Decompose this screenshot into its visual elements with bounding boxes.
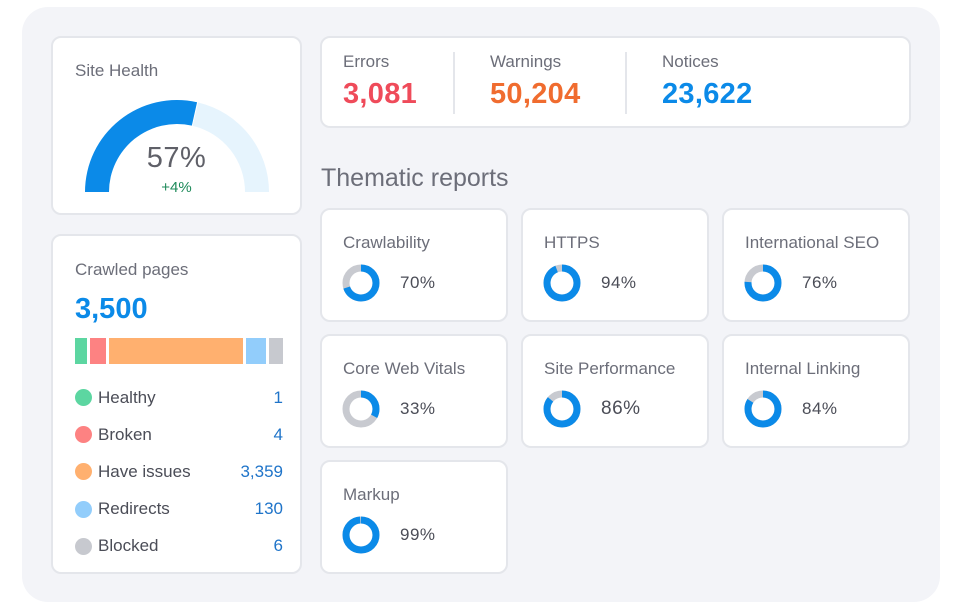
notices-label: Notices [662,52,719,71]
report-value: 70% [400,273,436,292]
legend-row-redirects[interactable]: Redirects 130 [75,491,283,528]
bar-segment-healthy[interactable] [75,338,88,364]
warnings-value: 50,204 [490,78,581,110]
broken-dot-icon [75,426,92,444]
crawled-pages-card: Crawled pages 3,500 Healthy 1 Broken 4 H… [51,234,302,574]
legend-value[interactable]: 6 [274,536,283,556]
report-value: 76% [802,273,838,292]
have-issues-dot-icon [75,463,92,481]
legend-row-have-issues[interactable]: Have issues 3,359 [75,453,283,490]
report-value: 94% [601,273,637,292]
redirects-dot-icon [75,500,92,518]
report-title: Internal Linking [745,359,861,378]
report-card-core-web-vitals[interactable]: Core Web Vitals 33% [320,334,508,448]
report-card-markup[interactable]: Markup 99% [320,460,508,574]
report-value: 33% [400,399,436,418]
donut-chart-icon [342,516,380,554]
crawled-pages-legend: Healthy 1 Broken 4 Have issues 3,359 Red… [75,379,283,565]
blocked-dot-icon [75,537,92,555]
bar-segment-have-issues[interactable] [109,338,243,364]
report-title: International SEO [745,233,880,252]
legend-label: Redirects [98,499,170,519]
site-health-value: 57% [146,142,207,174]
donut-progress [342,516,380,554]
issues-summary-card: Errors 3,081 Warnings 50,204 Notices 23,… [320,36,911,128]
thematic-reports-title: Thematic reports [321,164,509,192]
donut-chart-icon [543,264,581,302]
legend-value[interactable]: 3,359 [240,462,283,482]
bar-segment-redirects[interactable] [245,338,266,364]
crawled-pages-total[interactable]: 3,500 [75,293,148,326]
report-card-https[interactable]: HTTPS 94% [521,208,709,322]
errors-value: 3,081 [343,78,418,110]
donut-chart-icon [744,264,782,302]
divider [453,52,455,114]
warnings-label: Warnings [490,52,562,71]
site-health-card[interactable]: Site Health 57% +4% [51,36,302,215]
report-card-international-seo[interactable]: International SEO 76% [722,208,910,322]
healthy-dot-icon [75,389,92,407]
bar-segment-broken[interactable] [90,338,107,364]
notices-stat[interactable]: Notices 23,622 [662,52,753,111]
legend-row-healthy[interactable]: Healthy 1 [75,379,283,416]
legend-value[interactable]: 130 [255,499,283,519]
report-card-internal-linking[interactable]: Internal Linking 84% [722,334,910,448]
errors-stat[interactable]: Errors 3,081 [343,52,417,111]
donut-chart-icon [342,264,380,302]
report-title: HTTPS [544,233,600,252]
legend-label: Healthy [98,387,156,407]
report-card-site-performance[interactable]: Site Performance 86% [521,334,709,448]
legend-label: Broken [98,424,152,444]
report-value: 99% [400,525,436,544]
report-title: Markup [343,485,400,504]
legend-value[interactable]: 4 [274,425,283,445]
legend-label: Blocked [98,536,159,556]
legend-row-broken[interactable]: Broken 4 [75,416,283,453]
divider [625,52,627,114]
donut-progress [543,264,581,302]
report-value: 86% [601,398,641,419]
report-value: 84% [802,399,838,418]
donut-chart-icon [342,390,380,428]
report-title: Site Performance [544,359,676,378]
warnings-stat[interactable]: Warnings 50,204 [490,52,581,111]
report-card-crawlability[interactable]: Crawlability 70% [320,208,508,322]
errors-label: Errors [343,52,390,71]
legend-row-blocked[interactable]: Blocked 6 [75,528,283,565]
notices-value: 23,622 [662,78,753,110]
legend-value[interactable]: 1 [274,388,283,408]
report-title: Core Web Vitals [343,359,466,378]
crawled-pages-title: Crawled pages [75,260,189,279]
crawled-pages-bar [75,338,283,364]
site-health-delta: +4% [161,179,192,196]
report-title: Crawlability [343,233,430,252]
legend-label: Have issues [98,461,191,481]
bar-segment-blocked[interactable] [268,338,283,364]
donut-chart-icon [543,390,581,428]
donut-chart-icon [744,390,782,428]
